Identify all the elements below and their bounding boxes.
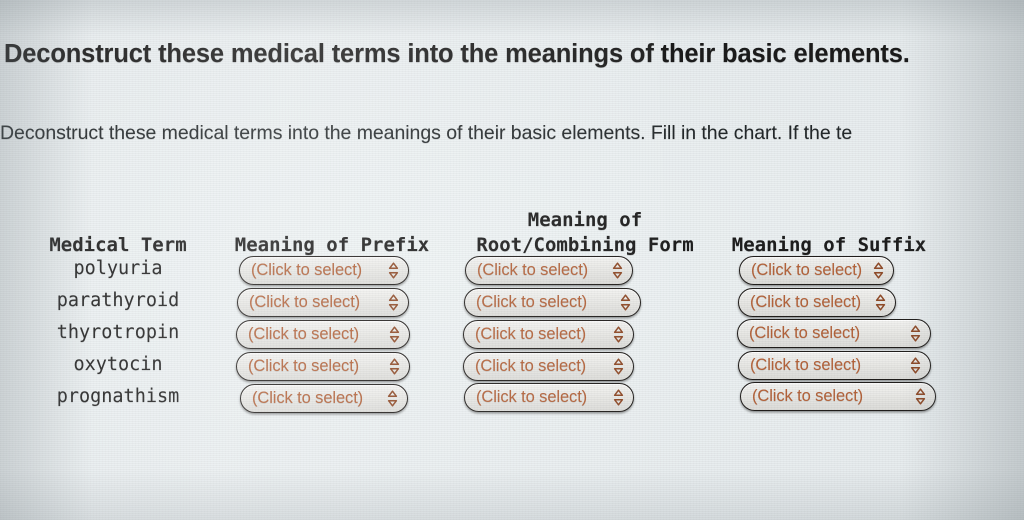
medical-term-cell: prognathism [56, 386, 180, 407]
chevron-up-down-icon [613, 358, 624, 375]
suffix-select-label-row-3: (Click to select) [749, 324, 861, 342]
column-header-medical-term: Medical Term [49, 234, 187, 256]
prefix-select-row-1[interactable]: (Click to select) [239, 256, 409, 285]
suffix-select-row-2[interactable]: (Click to select) [738, 288, 896, 317]
prefix-select-row-4[interactable]: (Click to select) [236, 352, 410, 381]
root-select-row-5[interactable]: (Click to select) [464, 383, 634, 412]
prefix-select-row-3[interactable]: (Click to select) [236, 320, 410, 349]
suffix-select-row-5[interactable]: (Click to select) [740, 382, 936, 411]
page-title: Deconstruct these medical terms into the… [4, 40, 910, 68]
root-select-label-row-4: (Click to select) [475, 357, 587, 375]
suffix-select-row-4[interactable]: (Click to select) [738, 351, 931, 380]
prefix-select-label-row-1: (Click to select) [251, 261, 363, 279]
root-select-label-row-3: (Click to select) [475, 325, 587, 343]
root-select-row-1[interactable]: (Click to select) [465, 256, 633, 285]
chevron-up-down-icon [613, 326, 624, 343]
suffix-select-label-row-5: (Click to select) [752, 387, 864, 405]
root-select-row-4[interactable]: (Click to select) [463, 352, 634, 381]
deconstruction-chart: Medical Term Meaning of Prefix Meaning o… [0, 200, 1024, 430]
chevron-up-down-icon [873, 262, 884, 279]
root-select-row-3[interactable]: (Click to select) [463, 320, 634, 349]
instructions-paragraph: Deconstruct these medical terms into the… [0, 122, 853, 144]
root-select-label-row-2: (Click to select) [476, 293, 588, 311]
prefix-select-label-row-5: (Click to select) [252, 389, 364, 407]
quiz-page: Deconstruct these medical terms into the… [0, 0, 1024, 520]
column-header-meaning-of-suffix: Meaning of Suffix [731, 234, 927, 256]
suffix-select-label-row-4: (Click to select) [750, 356, 862, 374]
root-select-label-row-5: (Click to select) [476, 388, 588, 406]
prefix-select-label-row-4: (Click to select) [248, 357, 360, 375]
prefix-select-label-row-2: (Click to select) [249, 293, 361, 311]
chevron-up-down-icon [389, 326, 400, 343]
prefix-select-label-row-3: (Click to select) [248, 325, 360, 343]
prefix-select-row-5[interactable]: (Click to select) [240, 384, 408, 413]
chevron-up-down-icon [387, 390, 398, 407]
chevron-up-down-icon [389, 358, 400, 375]
medical-term-cell: oxytocin [73, 354, 163, 375]
medical-term-cell: polyuria [73, 258, 163, 279]
chevron-up-down-icon [915, 388, 926, 405]
chevron-up-down-icon [910, 357, 921, 374]
chevron-up-down-icon [612, 262, 623, 279]
medical-term-cell: thyrotropin [56, 322, 180, 343]
chevron-up-down-icon [388, 294, 399, 311]
medical-term-cell: parathyroid [56, 290, 180, 311]
suffix-select-row-3[interactable]: (Click to select) [737, 319, 931, 348]
screen-photo-backdrop: Deconstruct these medical terms into the… [0, 0, 1024, 520]
chevron-up-down-icon [910, 325, 921, 342]
root-select-row-2[interactable]: (Click to select) [464, 288, 641, 317]
chevron-up-down-icon [620, 294, 631, 311]
suffix-select-label-row-1: (Click to select) [751, 261, 863, 279]
prefix-select-row-2[interactable]: (Click to select) [237, 288, 409, 317]
root-select-label-row-1: (Click to select) [477, 261, 589, 279]
suffix-select-row-1[interactable]: (Click to select) [739, 256, 894, 285]
column-header-meaning-of-root-combining-form: Meaning of Root/Combining Form [476, 209, 694, 256]
chevron-up-down-icon [388, 262, 399, 279]
chevron-up-down-icon [613, 389, 624, 406]
column-header-meaning-of-prefix: Meaning of Prefix [234, 234, 430, 256]
chevron-up-down-icon [875, 294, 886, 311]
suffix-select-label-row-2: (Click to select) [750, 293, 862, 311]
